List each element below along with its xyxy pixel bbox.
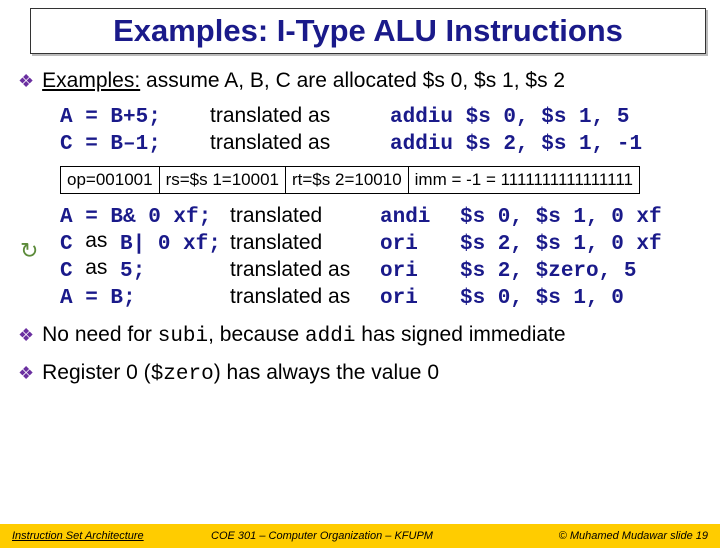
- src-code: A = B& 0 xf;: [60, 206, 230, 229]
- examples-label: Examples:: [42, 69, 140, 92]
- src-code: C as B| 0 xf;: [60, 231, 230, 256]
- arrow-icon: ↻: [20, 238, 38, 264]
- asm-mnemonic: ori: [380, 287, 460, 310]
- bullet-text: No need for subi, because addi has signe…: [42, 322, 702, 350]
- enc-rt: rt=$s 2=10010: [286, 167, 409, 194]
- code-row: A = B+5; translated as addiu $s 0, $s 1,…: [60, 104, 702, 129]
- bullet-examples: ❖ Examples: assume A, B, C are allocated…: [18, 68, 702, 94]
- code-row: C as 5; translated as ori $s 2, $zero, 5: [60, 258, 702, 283]
- diamond-icon: ❖: [18, 68, 34, 94]
- code-row: A = B& 0 xf; translated andi $s 0, $s 1,…: [60, 204, 702, 229]
- bullet-text: Examples: assume A, B, C are allocated $…: [42, 68, 702, 94]
- translated-label: translated as: [210, 131, 390, 155]
- asm-mnemonic: ori: [380, 233, 460, 256]
- footer-bar: Instruction Set Architecture COE 301 – C…: [0, 524, 720, 548]
- translated-label: translated: [230, 231, 380, 255]
- footer-mid: COE 301 – Computer Organization – KFUPM: [172, 530, 472, 542]
- asm-mnemonic: andi: [380, 206, 460, 229]
- enc-imm: imm = -1 = 1111111111111111: [408, 167, 639, 194]
- code-row: C as B| 0 xf; translated ori $s 2, $s 1,…: [60, 231, 702, 256]
- src-code: A = B+5;: [60, 106, 210, 129]
- bullet-no-subi: ❖ No need for subi, because addi has sig…: [18, 322, 702, 350]
- translated-label: translated: [230, 204, 380, 228]
- enc-rs: rs=$s 1=10001: [159, 167, 285, 194]
- code-row: C = B–1; translated as addiu $s 2, $s 1,…: [60, 131, 702, 156]
- asm-code: addiu $s 2, $s 1, -1: [390, 133, 702, 156]
- asm-mnemonic: ori: [380, 260, 460, 283]
- code-row: A = B; translated as ori $s 0, $s 1, 0: [60, 285, 702, 310]
- asm-ops: $s 2, $s 1, 0 xf: [460, 233, 662, 256]
- diamond-icon: ❖: [18, 322, 34, 348]
- examples-rest: assume A, B, C are allocated $s 0, $s 1,…: [140, 69, 565, 92]
- asm-ops: $s 0, $s 1, 0: [460, 287, 624, 310]
- encoding-table: op=001001 rs=$s 1=10001 rt=$s 2=10010 im…: [60, 166, 640, 194]
- src-code: C = B–1;: [60, 133, 210, 156]
- asm-ops: $s 2, $zero, 5: [460, 260, 636, 283]
- bullet-zero-reg: ❖ Register 0 ($zero) has always the valu…: [18, 360, 702, 388]
- asm-code: addiu $s 0, $s 1, 5: [390, 106, 702, 129]
- translated-label: translated as: [230, 258, 380, 282]
- diamond-icon: ❖: [18, 360, 34, 386]
- slide-title-box: Examples: I-Type ALU Instructions: [30, 8, 706, 54]
- enc-op: op=001001: [61, 167, 160, 194]
- footer-right: © Muhamed Mudawar slide 19: [472, 530, 720, 542]
- src-code: C as 5;: [60, 258, 230, 283]
- slide-title: Examples: I-Type ALU Instructions: [41, 13, 695, 49]
- translated-label: translated as: [210, 104, 390, 128]
- bullet-text: Register 0 ($zero) has always the value …: [42, 360, 702, 388]
- example-block-1: A = B+5; translated as addiu $s 0, $s 1,…: [60, 104, 702, 156]
- example-block-2: A = B& 0 xf; translated andi $s 0, $s 1,…: [60, 204, 702, 310]
- asm-ops: $s 0, $s 1, 0 xf: [460, 206, 662, 229]
- translated-label: translated as: [230, 285, 380, 309]
- footer-left: Instruction Set Architecture: [0, 530, 172, 542]
- src-code: A = B;: [60, 287, 230, 310]
